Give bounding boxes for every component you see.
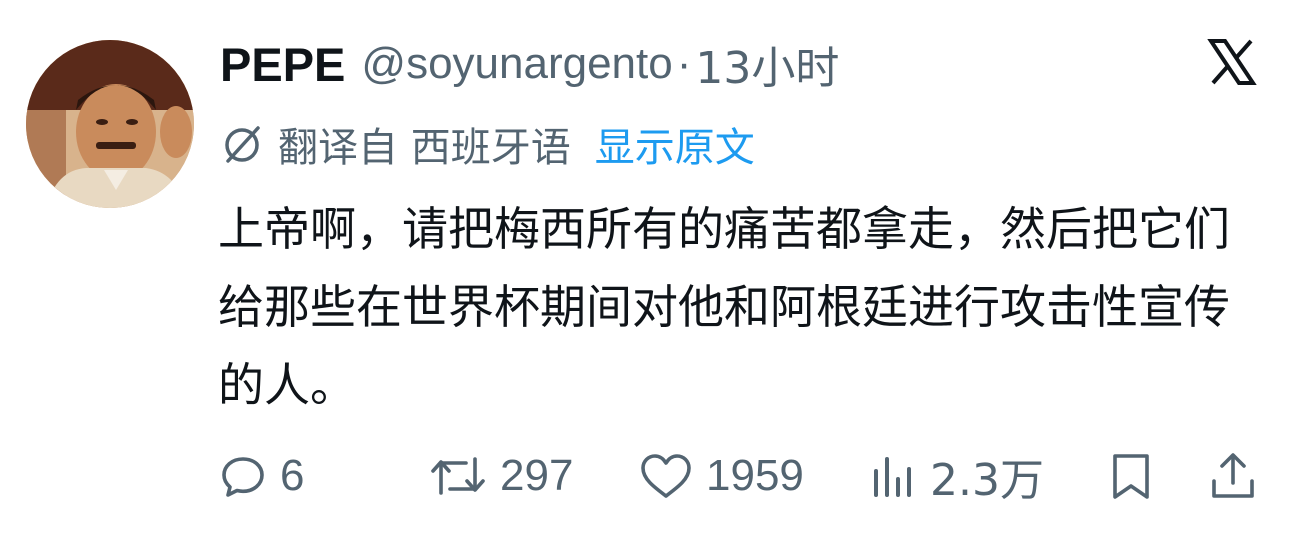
reply-count: 6	[280, 451, 305, 500]
author-handle[interactable]: @soyunargento	[361, 39, 672, 89]
bookmark-button[interactable]	[1106, 446, 1156, 506]
tweet-card: PEPE @soyunargento · 13小时 翻译自 西班牙语 显示原文 …	[0, 0, 1289, 541]
like-button[interactable]: 1959	[638, 446, 804, 506]
views-count: 2.3万	[930, 455, 1044, 506]
tweet-header: PEPE @soyunargento · 13小时	[220, 32, 839, 96]
show-original-link[interactable]: 显示原文	[595, 115, 755, 173]
bookmark-icon	[1113, 454, 1149, 499]
translation-notice: 翻译自 西班牙语 显示原文	[220, 116, 755, 172]
tweet-text: 上帝啊，请把梅西所有的痛苦都拿走，然后把它们给那些在世界杯期间对他和阿根廷进行攻…	[218, 202, 1230, 412]
x-logo-icon[interactable]	[1207, 37, 1257, 87]
reply-button[interactable]: 6	[218, 446, 304, 506]
author-display-name[interactable]: PEPE	[220, 37, 345, 92]
retweet-icon	[431, 457, 485, 495]
post-time[interactable]: 13小时	[695, 32, 839, 96]
avatar-image	[26, 40, 194, 208]
retweet-count: 297	[500, 451, 574, 500]
like-count: 1959	[706, 451, 804, 500]
globe-slash-icon	[225, 126, 260, 163]
share-icon	[1212, 453, 1254, 498]
avatar[interactable]	[26, 40, 194, 208]
action-bar: 6 297 1959 2.3万	[218, 446, 1260, 506]
separator-dot: ·	[676, 39, 692, 88]
views-button[interactable]: 2.3万	[868, 446, 1044, 506]
reply-icon	[222, 457, 264, 497]
translated-from-label: 翻译自 西班牙语	[278, 125, 571, 171]
heart-icon	[641, 454, 691, 498]
analytics-bar-icon	[874, 457, 911, 497]
share-button[interactable]	[1208, 446, 1258, 506]
retweet-button[interactable]: 297	[428, 446, 573, 506]
